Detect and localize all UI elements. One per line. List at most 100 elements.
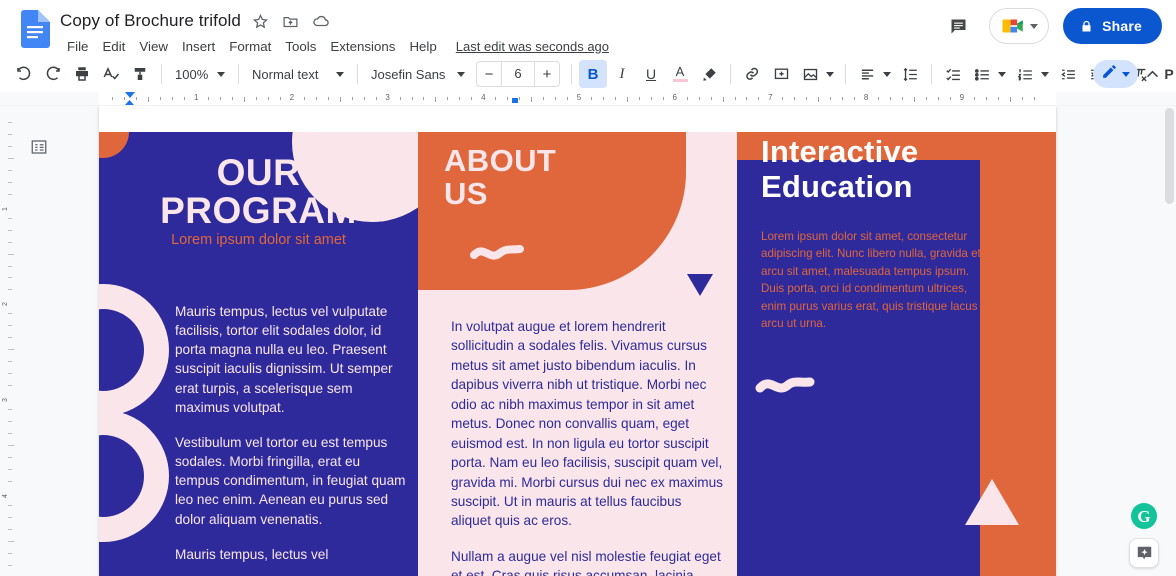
menu-item-insert[interactable]: Insert xyxy=(175,37,222,56)
vertical-ruler-number: 1 xyxy=(2,207,9,211)
vertical-ruler-tick xyxy=(8,182,12,183)
grammarly-button[interactable]: G xyxy=(1131,503,1157,529)
ruler-tick xyxy=(854,97,855,100)
add-comment-icon[interactable] xyxy=(767,60,795,88)
editing-mode-button[interactable] xyxy=(1093,60,1138,88)
vertical-ruler-tick xyxy=(8,230,12,231)
undo-icon[interactable] xyxy=(10,60,38,88)
collapse-toolbar-icon[interactable] xyxy=(1138,60,1166,88)
font-family-selector[interactable]: Josefin Sans xyxy=(365,60,471,88)
highlight-color-icon[interactable] xyxy=(695,60,723,88)
ruler-tick xyxy=(1034,97,1035,100)
paragraph-style-value: Normal text xyxy=(252,67,318,82)
italic-button[interactable]: I xyxy=(608,60,636,88)
ruler-tick xyxy=(555,97,556,100)
underline-button[interactable]: U xyxy=(637,60,665,88)
toolbar-divider xyxy=(730,64,731,84)
menu-item-view[interactable]: View xyxy=(132,37,175,56)
numbered-list-icon[interactable] xyxy=(1011,60,1039,88)
vertical-ruler-tick xyxy=(8,373,12,374)
ruler-tick xyxy=(220,97,221,100)
font-size-increase[interactable]: + xyxy=(535,62,559,86)
ruler-tick xyxy=(400,97,401,100)
horizontal-ruler[interactable]: 123456789 xyxy=(0,92,1176,106)
menu-item-file[interactable]: File xyxy=(60,37,95,56)
ruler-tick xyxy=(423,97,424,100)
vertical-ruler-tick xyxy=(8,541,14,542)
ruler-track[interactable]: 123456789 xyxy=(99,92,1056,105)
document-title[interactable]: Copy of Brochure trifold xyxy=(60,11,241,31)
panel3-paragraph-1: Lorem ipsum dolor sit amet, consectetur … xyxy=(761,228,989,332)
font-size-stepper[interactable]: − 6 + xyxy=(476,61,560,87)
ruler-tick xyxy=(148,97,149,102)
text-color-button[interactable]: A xyxy=(666,60,694,88)
menu-item-edit[interactable]: Edit xyxy=(95,37,132,56)
spellcheck-icon[interactable] xyxy=(97,60,125,88)
vertical-ruler-tick xyxy=(8,242,12,243)
line-spacing-icon[interactable] xyxy=(896,60,924,88)
paragraph-style-selector[interactable]: Normal text xyxy=(246,60,350,88)
ruler-tick xyxy=(735,97,736,100)
panel3-heading-line1: Interactive xyxy=(761,134,918,169)
menu-item-tools[interactable]: Tools xyxy=(278,37,323,56)
chevron-down-icon[interactable] xyxy=(826,72,834,77)
bulleted-list-icon[interactable] xyxy=(968,60,996,88)
chevron-down-icon[interactable] xyxy=(1122,72,1130,77)
align-left-icon[interactable] xyxy=(853,60,881,88)
docs-app-logo[interactable] xyxy=(20,10,50,48)
checklist-icon[interactable] xyxy=(939,60,967,88)
vertical-scrollbar[interactable] xyxy=(1162,106,1176,576)
move-to-folder-icon[interactable] xyxy=(281,11,301,31)
text-color-swatch xyxy=(673,79,688,82)
first-line-indent-marker[interactable] xyxy=(125,92,135,98)
vertical-ruler-tick xyxy=(8,134,12,135)
align-button[interactable] xyxy=(853,60,895,88)
chevron-down-icon[interactable] xyxy=(1041,72,1049,77)
google-meet-button[interactable] xyxy=(989,8,1049,44)
last-edit-status[interactable]: Last edit was seconds ago xyxy=(456,39,609,54)
ruler-tick xyxy=(782,97,783,100)
brochure-artwork: OUR PROGRAM Lorem ipsum dolor sit amet M… xyxy=(99,132,1056,576)
bold-button[interactable]: B xyxy=(579,60,607,88)
numbered-list-button[interactable] xyxy=(1011,60,1053,88)
insert-link-icon[interactable] xyxy=(738,60,766,88)
chevron-down-icon[interactable] xyxy=(998,72,1006,77)
gemini-assist-button[interactable] xyxy=(1129,538,1159,568)
bulleted-list-button[interactable] xyxy=(968,60,1010,88)
zoom-value: 100% xyxy=(175,67,208,82)
scrollbar-thumb[interactable] xyxy=(1165,108,1174,204)
meet-dropdown-caret[interactable] xyxy=(1030,24,1038,29)
ruler-tick xyxy=(268,97,269,100)
vertical-ruler[interactable]: 1234 xyxy=(0,106,16,576)
menu-item-format[interactable]: Format xyxy=(222,37,278,56)
toolbar-divider xyxy=(571,64,572,84)
vertical-ruler-tick xyxy=(8,254,14,255)
chevron-down-icon[interactable] xyxy=(883,72,891,77)
cloud-saved-icon[interactable] xyxy=(311,11,331,31)
menu-item-help[interactable]: Help xyxy=(402,37,443,56)
document-page[interactable]: OUR PROGRAM Lorem ipsum dolor sit amet M… xyxy=(99,106,1056,576)
vertical-ruler-tick xyxy=(8,277,12,278)
document-outline-button[interactable] xyxy=(26,134,52,160)
print-icon[interactable] xyxy=(68,60,96,88)
ruler-ticks: 123456789 xyxy=(99,92,1056,106)
gemini-assist-icon xyxy=(1135,544,1154,563)
star-icon[interactable] xyxy=(251,11,271,31)
panel2-paragraph-1: In volutpat augue et lorem hendrerit sol… xyxy=(451,317,725,531)
decrease-indent-icon[interactable] xyxy=(1054,60,1082,88)
ruler-tick xyxy=(758,97,759,100)
ruler-tick xyxy=(830,97,831,100)
zoom-selector[interactable]: 100% xyxy=(169,60,231,88)
insert-image-button[interactable] xyxy=(796,60,838,88)
paint-format-icon[interactable] xyxy=(126,60,154,88)
ruler-tick xyxy=(567,97,568,100)
image-icon[interactable] xyxy=(796,60,824,88)
font-size-decrease[interactable]: − xyxy=(477,62,501,86)
brochure-panel-about-us: ABOUT US In volutpat augue et lorem hend… xyxy=(418,132,737,576)
redo-icon[interactable] xyxy=(39,60,67,88)
menu-item-extensions[interactable]: Extensions xyxy=(323,37,402,56)
tab-stop-marker[interactable] xyxy=(512,98,518,103)
font-size-input[interactable]: 6 xyxy=(501,62,535,86)
comment-history-icon[interactable] xyxy=(941,9,975,43)
share-button[interactable]: Share xyxy=(1063,8,1162,44)
